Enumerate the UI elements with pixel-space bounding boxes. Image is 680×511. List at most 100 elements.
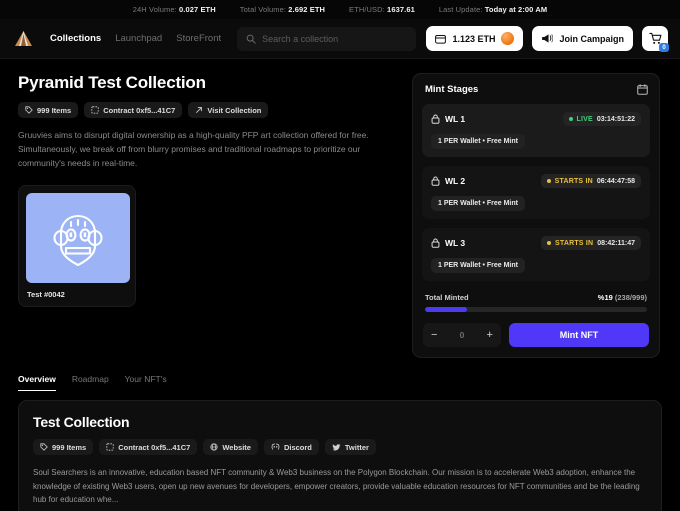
join-campaign-button[interactable]: Join Campaign [532, 26, 633, 51]
overview-badge-items[interactable]: 999 Items [33, 439, 94, 455]
nav-link-storefront[interactable]: StoreFront [176, 33, 221, 44]
collection-description: Gruuvies aims to disrupt digital ownersh… [18, 130, 369, 168]
mint-panel-title: Mint Stages [425, 84, 479, 95]
increment-button[interactable]: + [487, 329, 493, 341]
cart-button[interactable]: 0 [642, 26, 669, 52]
stage-label: WL 1 [445, 114, 466, 124]
status-timer: 03:14:51:22 [596, 115, 635, 123]
discord-icon [271, 443, 280, 451]
stage-label: WL 3 [445, 238, 466, 248]
nft-artwork [26, 193, 130, 284]
search-icon [246, 34, 256, 44]
decrement-button[interactable]: − [431, 329, 437, 341]
wallet-icon [435, 34, 447, 44]
stat-eth-usd: ETH/USD: 1637.61 [349, 5, 415, 14]
status-dot [546, 179, 551, 183]
overview-body-text: Soul Searchers is an innovative, educati… [33, 468, 640, 505]
contract-icon [106, 443, 114, 451]
stage-status-chip: STARTS IN 08:42:11:47 [541, 236, 641, 250]
search-placeholder: Search a collection [262, 33, 339, 44]
minted-count: (238/999) [614, 293, 647, 302]
lock-icon [431, 114, 440, 124]
total-minted-value: %19 (238/999) [598, 293, 647, 302]
badge-items-count[interactable]: 999 Items [18, 102, 79, 118]
wallet-balance-button[interactable]: 1.123 ETH [426, 26, 524, 51]
badge-label: 999 Items [52, 442, 87, 452]
stat-24h-volume: 24H Volume: 0.027 ETH [132, 5, 216, 14]
stage-header: WL 2 STARTS IN 06:44:47:58 [431, 174, 641, 188]
badge-label: Contract 0xf5...41C7 [103, 105, 176, 115]
ape-face-art [53, 215, 103, 267]
page-root: 24H Volume: 0.027 ETH Total Volume: 2.69… [0, 0, 680, 511]
quantity-stepper[interactable]: − 0 + [423, 323, 501, 347]
overview-card: Test Collection 999 Items Contract 0xf5.… [18, 400, 662, 511]
badge-label: 999 Items [37, 105, 72, 115]
page-title: Pyramid Test Collection [18, 73, 206, 92]
cart-count-badge: 0 [659, 43, 669, 52]
status-label: LIVE [576, 115, 593, 123]
status-timer: 08:42:11:47 [597, 239, 635, 247]
overview-badge-website[interactable]: Website [203, 439, 258, 455]
stage-header: WL 3 STARTS IN 08:42:11:47 [431, 236, 641, 250]
mint-stage-wl2[interactable]: WL 2 STARTS IN 06:44:47:58 1 PER Wallet … [422, 166, 650, 219]
nav-link-launchpad[interactable]: Launchpad [115, 33, 162, 44]
market-stats-bar: 24H Volume: 0.027 ETH Total Volume: 2.69… [0, 0, 680, 19]
tab-roadmap[interactable]: Roadmap [72, 374, 109, 391]
mint-progress-fill [425, 307, 468, 312]
collection-badges: 999 Items Contract 0xf5...41C7 Visit Col… [18, 102, 398, 118]
globe-icon [210, 443, 218, 451]
quantity-value: 0 [459, 330, 465, 340]
mint-stage-wl3[interactable]: WL 3 STARTS IN 08:42:11:47 1 PER Wallet … [422, 228, 650, 281]
stage-name-group: WL 2 [431, 176, 465, 186]
tag-icon [40, 443, 48, 451]
tab-your-nfts[interactable]: Your NFT's [125, 374, 167, 391]
status-dot [547, 241, 551, 245]
overview-badge-twitter[interactable]: Twitter [324, 439, 376, 455]
section-tabs: Overview Roadmap Your NFT's [0, 374, 680, 391]
lock-icon [431, 176, 440, 186]
status-dot [568, 117, 573, 121]
overview-title: Test Collection [33, 414, 130, 430]
nav-actions: 1.123 ETH Join Campaign 0 [426, 26, 669, 52]
mint-stage-wl1[interactable]: WL 1 LIVE 03:14:51:22 1 PER Wallet • Fre… [422, 104, 650, 157]
collection-info-column: Pyramid Test Collection 999 Items Contra… [18, 73, 398, 358]
tag-icon [25, 106, 33, 114]
overview-badges: 999 Items Contract 0xf5...41C7 Website D… [33, 439, 647, 455]
mint-progress-bar [425, 307, 647, 312]
stage-name-group: WL 3 [431, 238, 465, 248]
badge-label: Contract 0xf5...41C7 [118, 442, 191, 452]
badge-label: Visit Collection [207, 105, 262, 115]
tab-overview[interactable]: Overview [18, 374, 56, 391]
stage-terms-tag: 1 PER Wallet • Free Mint [431, 196, 525, 211]
search-input[interactable]: Search a collection [237, 26, 417, 51]
stage-terms-tag: 1 PER Wallet • Free Mint [431, 134, 525, 149]
stat-total-volume: Total Volume: 2.692 ETH [239, 5, 326, 14]
total-minted-label: Total Minted [425, 293, 469, 302]
main-content: Pyramid Test Collection 999 Items Contra… [0, 59, 680, 358]
nft-preview-card[interactable]: Test #0042 [18, 185, 136, 308]
badge-label: Website [222, 442, 251, 452]
overview-badge-discord[interactable]: Discord [263, 439, 319, 455]
eth-token-icon [501, 32, 515, 45]
status-label: STARTS IN [555, 239, 594, 247]
top-navigation-bar: Collections Launchpad StoreFront Search … [0, 19, 680, 59]
minted-percent: %19 [597, 293, 613, 302]
stage-name-group: WL 1 [431, 114, 465, 124]
twitter-icon [332, 443, 341, 451]
calendar-icon[interactable] [637, 84, 648, 95]
badge-label: Discord [283, 442, 312, 452]
contract-icon [91, 106, 99, 114]
nav-link-collections[interactable]: Collections [50, 33, 101, 44]
overview-badge-contract[interactable]: Contract 0xf5...41C7 [99, 439, 198, 455]
mint-nft-button[interactable]: Mint NFT [509, 323, 649, 347]
stat-last-update: Last Update: Today at 2:00 AM [438, 5, 548, 14]
mint-panel-header: Mint Stages [422, 84, 650, 95]
stage-label: WL 2 [445, 176, 466, 186]
stage-terms-tag: 1 PER Wallet • Free Mint [431, 258, 525, 273]
badge-visit-collection[interactable]: Visit Collection [188, 102, 269, 118]
badge-label: Twitter [344, 442, 369, 452]
badge-contract-address[interactable]: Contract 0xf5...41C7 [84, 102, 183, 118]
pyramid-logo-icon[interactable] [12, 29, 34, 49]
mint-stages-panel: Mint Stages WL 1 LIVE 03:14:51:22 1 PER … [412, 73, 660, 358]
nav-links: Collections Launchpad StoreFront [50, 33, 221, 44]
